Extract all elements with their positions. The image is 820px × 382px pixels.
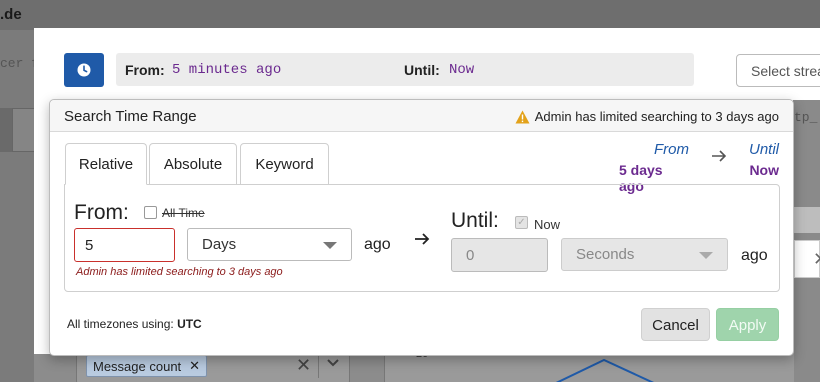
summary-until-label: Until — [748, 141, 779, 158]
right-background-block — [794, 207, 820, 233]
close-icon[interactable]: ✕ — [813, 249, 820, 270]
range-until-value: Now — [449, 62, 475, 78]
from-label: From: — [74, 201, 129, 224]
until-amount-input[interactable]: 0 — [451, 238, 548, 272]
message-count-label: Message count — [93, 358, 182, 374]
popover-header: Search Time Range Admin has limited sear… — [50, 100, 793, 132]
timezone-prefix: All timezones using: — [67, 317, 174, 331]
tab-absolute[interactable]: Absolute — [149, 143, 237, 185]
range-from-label: From: — [125, 62, 165, 78]
chart-line — [555, 358, 655, 382]
from-error-message: Admin has limited searching to 3 days ag… — [76, 266, 283, 278]
left-background-tab — [12, 108, 34, 152]
tab-relative[interactable]: Relative — [65, 143, 147, 185]
tab-keyword[interactable]: Keyword — [240, 143, 329, 185]
all-time-label: All Time — [162, 206, 205, 220]
now-label: Now — [534, 217, 561, 232]
caret-down-icon — [323, 242, 337, 249]
stream-select[interactable]: Select strea — [736, 54, 820, 87]
all-time-checkbox[interactable] — [144, 206, 157, 219]
from-amount-input[interactable] — [74, 228, 175, 262]
now-checkbox[interactable]: ✓ — [515, 216, 528, 229]
until-label: Until: — [451, 209, 499, 232]
until-ago-label: ago — [741, 247, 768, 264]
message-count-tag: Message count ✕ — [86, 355, 208, 377]
range-until-label: Until: — [404, 62, 440, 78]
from-unit-value: Days — [202, 236, 237, 253]
app-header — [0, 0, 820, 30]
range-from-value: 5 minutes ago — [172, 62, 282, 78]
from-ago-label: ago — [364, 236, 391, 253]
summary-from-label: From — [654, 141, 689, 158]
until-unit-value: Seconds — [576, 246, 635, 263]
chevron-down-icon[interactable] — [326, 358, 340, 368]
summary-until-value: Now — [749, 162, 779, 178]
clock-icon — [77, 63, 91, 77]
left-background — [0, 30, 34, 382]
arrow-right-icon — [414, 230, 430, 251]
time-range-display[interactable]: From: 5 minutes ago Until: Now — [116, 53, 694, 86]
apply-button[interactable]: Apply — [716, 308, 779, 341]
caret-down-icon — [699, 252, 713, 259]
search-time-range-popover: Search Time Range Admin has limited sear… — [49, 99, 794, 356]
limit-warning-text: Admin has limited searching to 3 days ag… — [534, 109, 779, 124]
warning-icon — [515, 110, 530, 123]
cancel-button[interactable]: Cancel — [641, 308, 710, 341]
from-unit-select[interactable]: Days — [187, 228, 352, 261]
right-background-text: tp_ — [794, 110, 818, 125]
timezone-note: All timezones using: UTC — [67, 317, 202, 331]
select-divider — [318, 354, 319, 378]
limit-warning: Admin has limited searching to 3 days ag… — [515, 109, 779, 124]
left-background-block — [0, 108, 12, 152]
remove-tag-icon[interactable]: ✕ — [189, 358, 200, 374]
timezone-value: UTC — [177, 317, 202, 331]
clear-icon[interactable]: ✕ — [296, 355, 311, 376]
range-summary: From 5 days ago Until Now — [619, 141, 779, 194]
until-unit-select[interactable]: Seconds — [561, 238, 728, 271]
app-title: .de — [0, 6, 22, 23]
time-range-button[interactable] — [64, 53, 104, 87]
popover-title: Search Time Range — [64, 108, 197, 125]
arrow-right-icon — [711, 149, 727, 167]
